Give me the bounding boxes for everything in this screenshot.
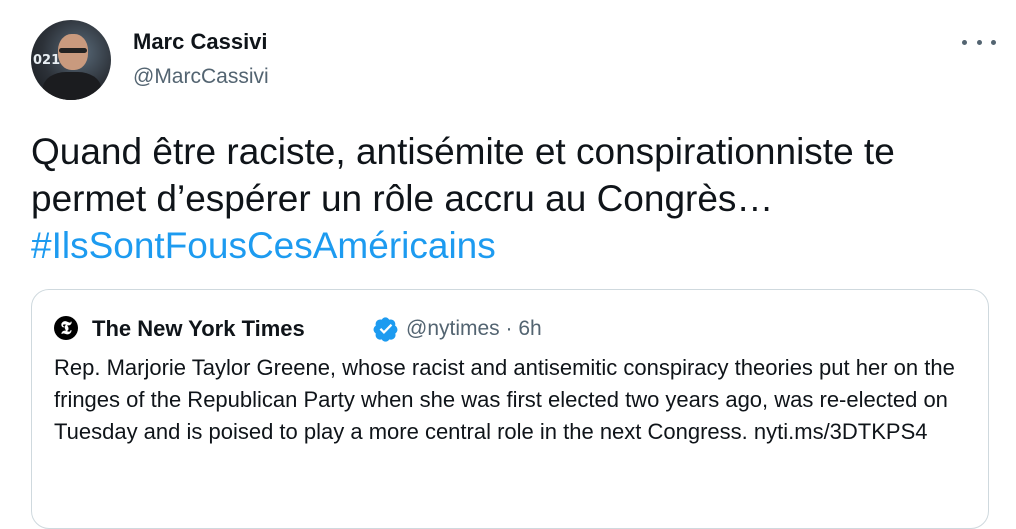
author-handle[interactable]: @MarcCassivi <box>133 65 269 89</box>
quoted-tweet-body: Rep. Marjorie Taylor Greene, whose racis… <box>54 355 955 444</box>
avatar-body <box>43 72 101 100</box>
more-dot <box>976 39 982 45</box>
avatar-background-text: 021 <box>33 53 61 68</box>
quoted-author-name: The New York Times <box>92 316 305 341</box>
quoted-tweet[interactable]: 𝕿 The New York Times @nytimes · 6h Rep. … <box>31 289 989 529</box>
verified-badge-icon <box>373 317 398 342</box>
author-avatar[interactable]: 021 <box>31 20 111 100</box>
tweet-text-line: permet d’espérer un rôle accru au Congrè… <box>31 178 774 219</box>
quoted-handle-time: @nytimes · 6h <box>406 317 542 340</box>
tweet-text: Quand être raciste, antisémite et conspi… <box>31 128 991 269</box>
more-horizontal-icon[interactable] <box>960 30 998 54</box>
author-name[interactable]: Marc Cassivi <box>133 29 268 55</box>
avatar-glasses <box>59 48 87 53</box>
more-dot <box>991 39 996 45</box>
hashtag-link[interactable]: #IlsSontFousCesAméricains <box>31 222 991 269</box>
more-dot <box>962 39 967 45</box>
tweet-text-line: Quand être raciste, antisémite et conspi… <box>31 131 895 172</box>
nyt-logo-icon: 𝕿 <box>54 316 78 340</box>
